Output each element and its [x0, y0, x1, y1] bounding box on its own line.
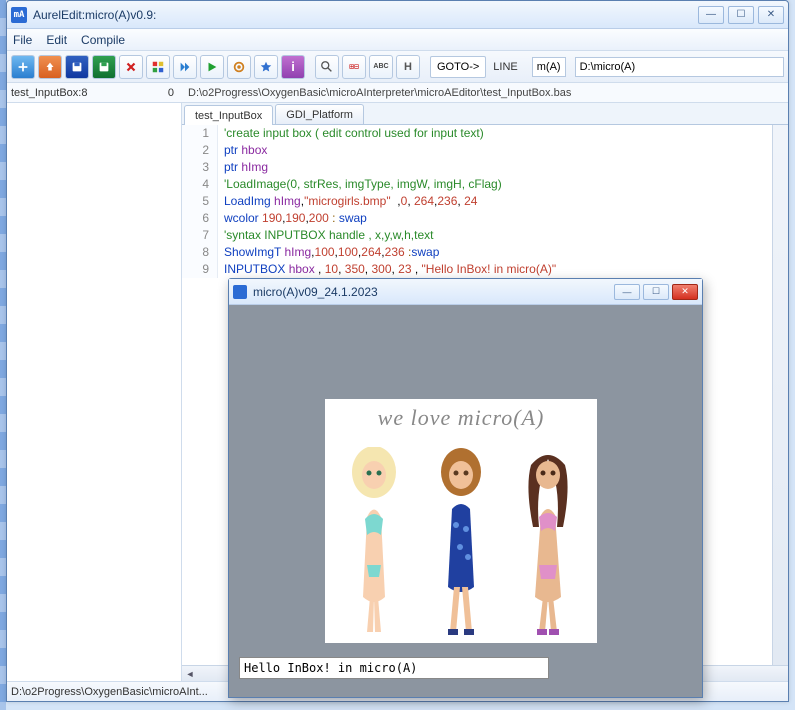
menu-compile[interactable]: Compile: [81, 33, 125, 47]
child-close-button[interactable]: ✕: [672, 284, 698, 300]
maximize-button[interactable]: ☐: [728, 6, 754, 24]
open-button[interactable]: [38, 55, 62, 79]
save-button[interactable]: [65, 55, 89, 79]
new-button[interactable]: [11, 55, 35, 79]
code-line[interactable]: 1'create input box ( edit control used f…: [182, 125, 788, 142]
goto-button[interactable]: GOTO->: [430, 56, 486, 78]
child-client-area: we love micro(A): [229, 305, 702, 697]
line-number: 2: [182, 142, 218, 159]
titlebar[interactable]: mA AurelEdit:micro(A)v0.9: — ☐ ✕: [7, 1, 788, 29]
code-line[interactable]: 2ptr hbox: [182, 142, 788, 159]
child-app-icon: [233, 285, 247, 299]
code-text[interactable]: ptr hImg: [218, 159, 268, 176]
close-button[interactable]: ✕: [758, 6, 784, 24]
app-icon: mA: [11, 7, 27, 23]
line-number: 5: [182, 193, 218, 210]
color-button[interactable]: [146, 55, 170, 79]
code-text[interactable]: ptr hbox: [218, 142, 267, 159]
image-caption: we love micro(A): [378, 405, 545, 431]
favorite-button[interactable]: [254, 55, 278, 79]
code-line[interactable]: 5LoadImg hImg,"microgirls.bmp" ,0, 264,2…: [182, 193, 788, 210]
code-line[interactable]: 9INPUTBOX hbox , 10, 350, 300, 23 , "Hel…: [182, 261, 788, 278]
code-line[interactable]: 6wcolor 190,190,200 : swap: [182, 210, 788, 227]
menu-file[interactable]: File: [13, 33, 32, 47]
window-title: AurelEdit:micro(A)v0.9:: [33, 8, 698, 22]
code-line[interactable]: 8ShowImgT hImg,100,100,264,236 :swap: [182, 244, 788, 261]
child-titlebar[interactable]: micro(A)v09_24.1.2023 — ☐ ✕: [229, 279, 702, 305]
status-row: test_InputBox:8 0 D:\o2Progress\OxygenBa…: [7, 83, 788, 103]
figure-1: [337, 447, 411, 637]
status-cursor: test_InputBox:8: [11, 87, 87, 99]
info-button[interactable]: i: [281, 55, 305, 79]
hide-button[interactable]: H: [396, 55, 420, 79]
line-number: 7: [182, 227, 218, 244]
toggle-button[interactable]: ⊞⊟: [342, 55, 366, 79]
fastforward-button[interactable]: [173, 55, 197, 79]
line-number: 9: [182, 261, 218, 278]
child-window: micro(A)v09_24.1.2023 — ☐ ✕ we love micr…: [228, 278, 703, 698]
child-maximize-button[interactable]: ☐: [643, 284, 669, 300]
status-filepath: D:\o2Progress\OxygenBasic\microAInterpre…: [182, 87, 788, 99]
line-number: 6: [182, 210, 218, 227]
find-button[interactable]: [315, 55, 339, 79]
settings-button[interactable]: [227, 55, 251, 79]
code-text[interactable]: LoadImg hImg,"microgirls.bmp" ,0, 264,23…: [218, 193, 477, 210]
vertical-scrollbar[interactable]: [772, 125, 788, 665]
run-button[interactable]: [200, 55, 224, 79]
line-number: 8: [182, 244, 218, 261]
status-value: 0: [168, 87, 174, 99]
abc-button[interactable]: ABC: [369, 55, 393, 79]
close-file-button[interactable]: [119, 55, 143, 79]
tab-test-inputbox[interactable]: test_InputBox: [184, 105, 273, 125]
side-panel: [7, 103, 182, 681]
code-text[interactable]: ShowImgT hImg,100,100,264,236 :swap: [218, 244, 439, 261]
macro-button[interactable]: m(A): [532, 57, 566, 77]
code-text[interactable]: INPUTBOX hbox , 10, 350, 300, 23 , "Hell…: [218, 261, 556, 278]
code-line[interactable]: 7'syntax INPUTBOX handle , x,y,w,h,text: [182, 227, 788, 244]
line-number: 4: [182, 176, 218, 193]
saveall-button[interactable]: [92, 55, 116, 79]
scroll-left-icon[interactable]: ◄: [182, 667, 198, 681]
code-text[interactable]: 'create input box ( edit control used fo…: [218, 125, 484, 142]
menubar: File Edit Compile: [7, 29, 788, 51]
tab-gdi-platform[interactable]: GDI_Platform: [275, 104, 364, 124]
code-text[interactable]: 'syntax INPUTBOX handle , x,y,w,h,text: [218, 227, 433, 244]
child-minimize-button[interactable]: —: [614, 284, 640, 300]
displayed-image: we love micro(A): [325, 399, 597, 643]
code-line[interactable]: 3ptr hImg: [182, 159, 788, 176]
child-window-title: micro(A)v09_24.1.2023: [253, 285, 614, 299]
toolbar: i ⊞⊟ ABC H GOTO-> LINE m(A): [7, 51, 788, 83]
line-number: 3: [182, 159, 218, 176]
code-line[interactable]: 4'LoadImage(0, strRes, imgType, imgW, im…: [182, 176, 788, 193]
figure-3: [511, 447, 585, 637]
path-field[interactable]: [575, 57, 784, 77]
menu-edit[interactable]: Edit: [46, 33, 67, 47]
line-number: 1: [182, 125, 218, 142]
code-text[interactable]: 'LoadImage(0, strRes, imgType, imgW, img…: [218, 176, 502, 193]
figure-2: [424, 447, 498, 637]
minimize-button[interactable]: —: [698, 6, 724, 24]
editor-tabs: test_InputBox GDI_Platform: [182, 103, 788, 125]
line-label: LINE: [493, 61, 517, 73]
input-box[interactable]: [239, 657, 549, 679]
code-text[interactable]: wcolor 190,190,200 : swap: [218, 210, 367, 227]
